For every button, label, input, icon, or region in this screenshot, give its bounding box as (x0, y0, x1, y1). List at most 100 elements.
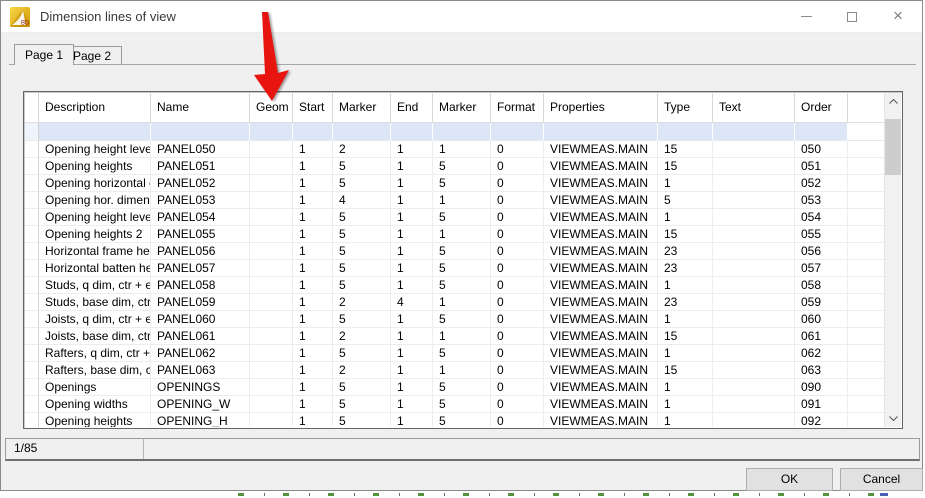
cell[interactable] (713, 243, 795, 260)
cell[interactable]: Joists, base dim, ctr ... (39, 328, 151, 345)
row-header-cell[interactable] (25, 277, 39, 294)
cell[interactable]: 1 (391, 226, 433, 243)
table-row[interactable]: Opening heightsOPENING_H15150VIEWMEAS.MA… (25, 413, 884, 427)
cell[interactable]: 1 (391, 192, 433, 209)
cell[interactable]: 5 (433, 379, 491, 396)
row-header-cell[interactable] (25, 294, 39, 311)
cell[interactable]: 5 (333, 379, 391, 396)
cell[interactable]: 1 (433, 226, 491, 243)
cell[interactable]: 1 (391, 311, 433, 328)
cell[interactable] (491, 123, 544, 141)
cell[interactable]: Studs, base dim, ctr ... (39, 294, 151, 311)
table-row[interactable]: Opening horizontal di...PANEL05215150VIE… (25, 175, 884, 192)
cell[interactable]: Rafters, q dim, ctr + ... (39, 345, 151, 362)
cell[interactable]: 0 (491, 396, 544, 413)
cell[interactable] (713, 175, 795, 192)
table-row[interactable]: Opening height levelsPANEL05012110VIEWME… (25, 141, 884, 158)
row-header-cell[interactable] (25, 123, 39, 141)
table-row[interactable]: OpeningsOPENINGS15150VIEWMEAS.MAIN1090 (25, 379, 884, 396)
cell[interactable]: 1 (658, 345, 713, 362)
cell[interactable]: 23 (658, 243, 713, 260)
cell[interactable]: 1 (391, 175, 433, 192)
cell[interactable] (848, 277, 884, 294)
cell[interactable] (713, 345, 795, 362)
cell[interactable]: 0 (491, 345, 544, 362)
cell[interactable]: 1 (391, 158, 433, 175)
cell[interactable]: VIEWMEAS.MAIN (544, 362, 658, 379)
cell[interactable]: 5 (333, 413, 391, 427)
cell[interactable]: 1 (293, 396, 333, 413)
cell[interactable]: 5 (433, 396, 491, 413)
ok-button[interactable]: OK (746, 468, 833, 491)
cell[interactable]: 5 (433, 260, 491, 277)
cell[interactable]: 1 (391, 362, 433, 379)
cell[interactable]: 1 (293, 362, 333, 379)
cell[interactable] (795, 123, 848, 141)
cell[interactable]: VIEWMEAS.MAIN (544, 277, 658, 294)
scrollbar-thumb[interactable] (885, 119, 901, 175)
cell[interactable] (848, 260, 884, 277)
cell[interactable]: 1 (293, 243, 333, 260)
cell[interactable]: VIEWMEAS.MAIN (544, 226, 658, 243)
cell[interactable] (250, 294, 293, 311)
cell[interactable]: 060 (795, 311, 848, 328)
cell[interactable]: 1 (391, 396, 433, 413)
cell[interactable]: 1 (293, 277, 333, 294)
cell[interactable] (250, 277, 293, 294)
cell[interactable] (848, 141, 884, 158)
cell[interactable]: 1 (293, 209, 333, 226)
cell[interactable]: 0 (491, 379, 544, 396)
scroll-up-button[interactable] (885, 93, 901, 110)
minimize-button[interactable] (783, 1, 829, 32)
cell[interactable]: PANEL057 (151, 260, 250, 277)
column-header-format[interactable]: Format (491, 93, 544, 123)
cell[interactable]: 062 (795, 345, 848, 362)
table-row[interactable] (25, 123, 884, 141)
cell[interactable] (848, 362, 884, 379)
scroll-down-button[interactable] (885, 410, 901, 427)
cell[interactable]: 5 (433, 158, 491, 175)
cell[interactable]: 1 (433, 192, 491, 209)
cell[interactable]: 1 (293, 328, 333, 345)
row-header-cell[interactable] (25, 260, 39, 277)
cell[interactable]: 1 (391, 345, 433, 362)
cell[interactable]: PANEL063 (151, 362, 250, 379)
cell[interactable] (544, 123, 658, 141)
column-header-name[interactable]: Name (151, 93, 250, 123)
table-row[interactable]: Opening widthsOPENING_W15150VIEWMEAS.MAI… (25, 396, 884, 413)
cell[interactable] (250, 311, 293, 328)
cell[interactable]: 1 (293, 175, 333, 192)
cell[interactable]: 0 (491, 175, 544, 192)
tab-page-1[interactable]: Page 1 (14, 44, 74, 65)
cell[interactable]: 1 (391, 413, 433, 427)
cell[interactable]: PANEL056 (151, 243, 250, 260)
cell[interactable]: OPENING_W (151, 396, 250, 413)
cell[interactable]: 1 (658, 277, 713, 294)
cell[interactable]: 1 (391, 277, 433, 294)
column-header-marker[interactable]: Marker (333, 93, 391, 123)
table-row[interactable]: Studs, q dim, ctr + e...PANEL05815150VIE… (25, 277, 884, 294)
cell[interactable]: 1 (391, 328, 433, 345)
cell[interactable]: 5 (333, 260, 391, 277)
cell[interactable] (293, 123, 333, 141)
cell[interactable]: 15 (658, 328, 713, 345)
cell[interactable]: PANEL059 (151, 294, 250, 311)
table-row[interactable]: Opening hor. dimensi...PANEL05314110VIEW… (25, 192, 884, 209)
cell[interactable]: 5 (658, 192, 713, 209)
cell[interactable] (848, 413, 884, 427)
cell[interactable]: 5 (433, 413, 491, 427)
cell[interactable]: 0 (491, 294, 544, 311)
row-header-cell[interactable] (25, 413, 39, 427)
cell[interactable]: 1 (658, 209, 713, 226)
table-row[interactable]: Rafters, q dim, ctr + ...PANEL06215150VI… (25, 345, 884, 362)
row-header-cell[interactable] (25, 311, 39, 328)
cell[interactable]: Opening hor. dimensi... (39, 192, 151, 209)
row-header-cell[interactable] (25, 209, 39, 226)
cell[interactable]: 051 (795, 158, 848, 175)
row-header-cell[interactable] (25, 226, 39, 243)
cell[interactable]: 057 (795, 260, 848, 277)
cell[interactable]: 061 (795, 328, 848, 345)
table-row[interactable]: Horizontal batten hei...PANEL05715150VIE… (25, 260, 884, 277)
cell[interactable]: 2 (333, 328, 391, 345)
column-header-end[interactable]: End (391, 93, 433, 123)
